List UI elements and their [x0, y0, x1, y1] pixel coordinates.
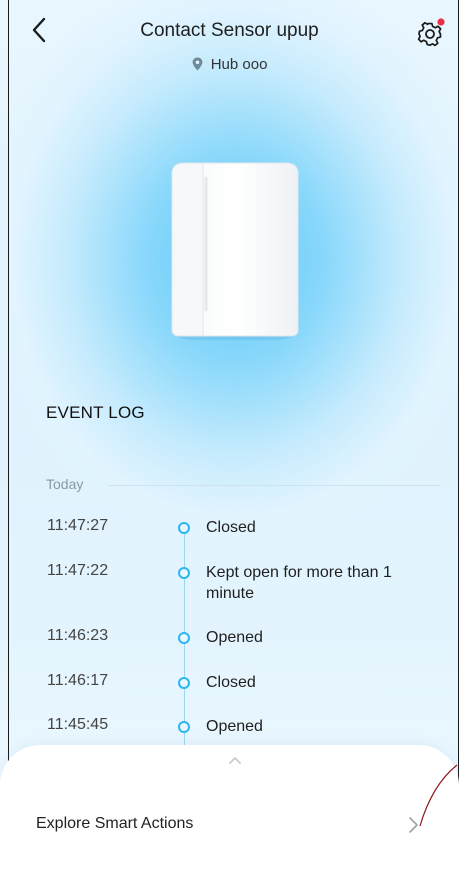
location-text: Hub ooo	[210, 56, 268, 73]
event-time: 11:47:27	[47, 517, 109, 534]
event-log-title: EVENT LOG	[46, 403, 145, 422]
timeline-dot	[178, 567, 190, 579]
timeline-dot	[178, 632, 190, 644]
settings-button[interactable]	[414, 16, 448, 50]
event-row: 11:47:22 Kept open for more than 1 minut…	[0, 562, 459, 602]
event-time: 11:46:17	[47, 672, 109, 689]
explore-smart-actions-label: Explore Smart Actions	[36, 815, 194, 832]
chevron-up-icon	[229, 757, 241, 764]
sheet-expand-handle[interactable]	[225, 753, 245, 765]
event-description: Closed	[206, 674, 256, 691]
gear-icon	[417, 18, 445, 47]
event-row: 11:46:23 Opened	[0, 627, 459, 667]
explore-smart-actions-row[interactable]: Explore Smart Actions	[0, 803, 459, 847]
event-time: 11:45:45	[47, 716, 109, 733]
event-description: Closed	[206, 519, 256, 536]
location-label: Hub ooo	[0, 56, 459, 75]
event-time: 11:47:22	[47, 562, 109, 579]
device-detail-screen: Contact Sensor upup Hub ooo EVENT LOG To…	[0, 0, 459, 878]
timeline-dot	[178, 522, 190, 534]
contact-sensor-image	[170, 160, 300, 342]
bottom-sheet: Explore Smart Actions	[0, 745, 459, 878]
location-pin-icon	[192, 57, 203, 75]
event-description: Kept open for more than 1 minute	[206, 564, 392, 602]
event-description: Opened	[206, 718, 263, 735]
day-separator: Today	[46, 476, 440, 496]
day-label: Today	[46, 476, 84, 492]
event-description: Opened	[206, 629, 263, 646]
event-row: 11:47:27 Closed	[0, 517, 459, 557]
chevron-right-icon	[406, 815, 420, 835]
timeline-dot	[178, 721, 190, 733]
notification-dot	[437, 18, 445, 26]
divider	[108, 485, 440, 486]
event-time: 11:46:23	[47, 627, 109, 644]
event-row: 11:46:17 Closed	[0, 672, 459, 712]
header: Contact Sensor upup Hub ooo	[0, 0, 459, 90]
timeline-dot	[178, 677, 190, 689]
page-title: Contact Sensor upup	[140, 20, 319, 41]
